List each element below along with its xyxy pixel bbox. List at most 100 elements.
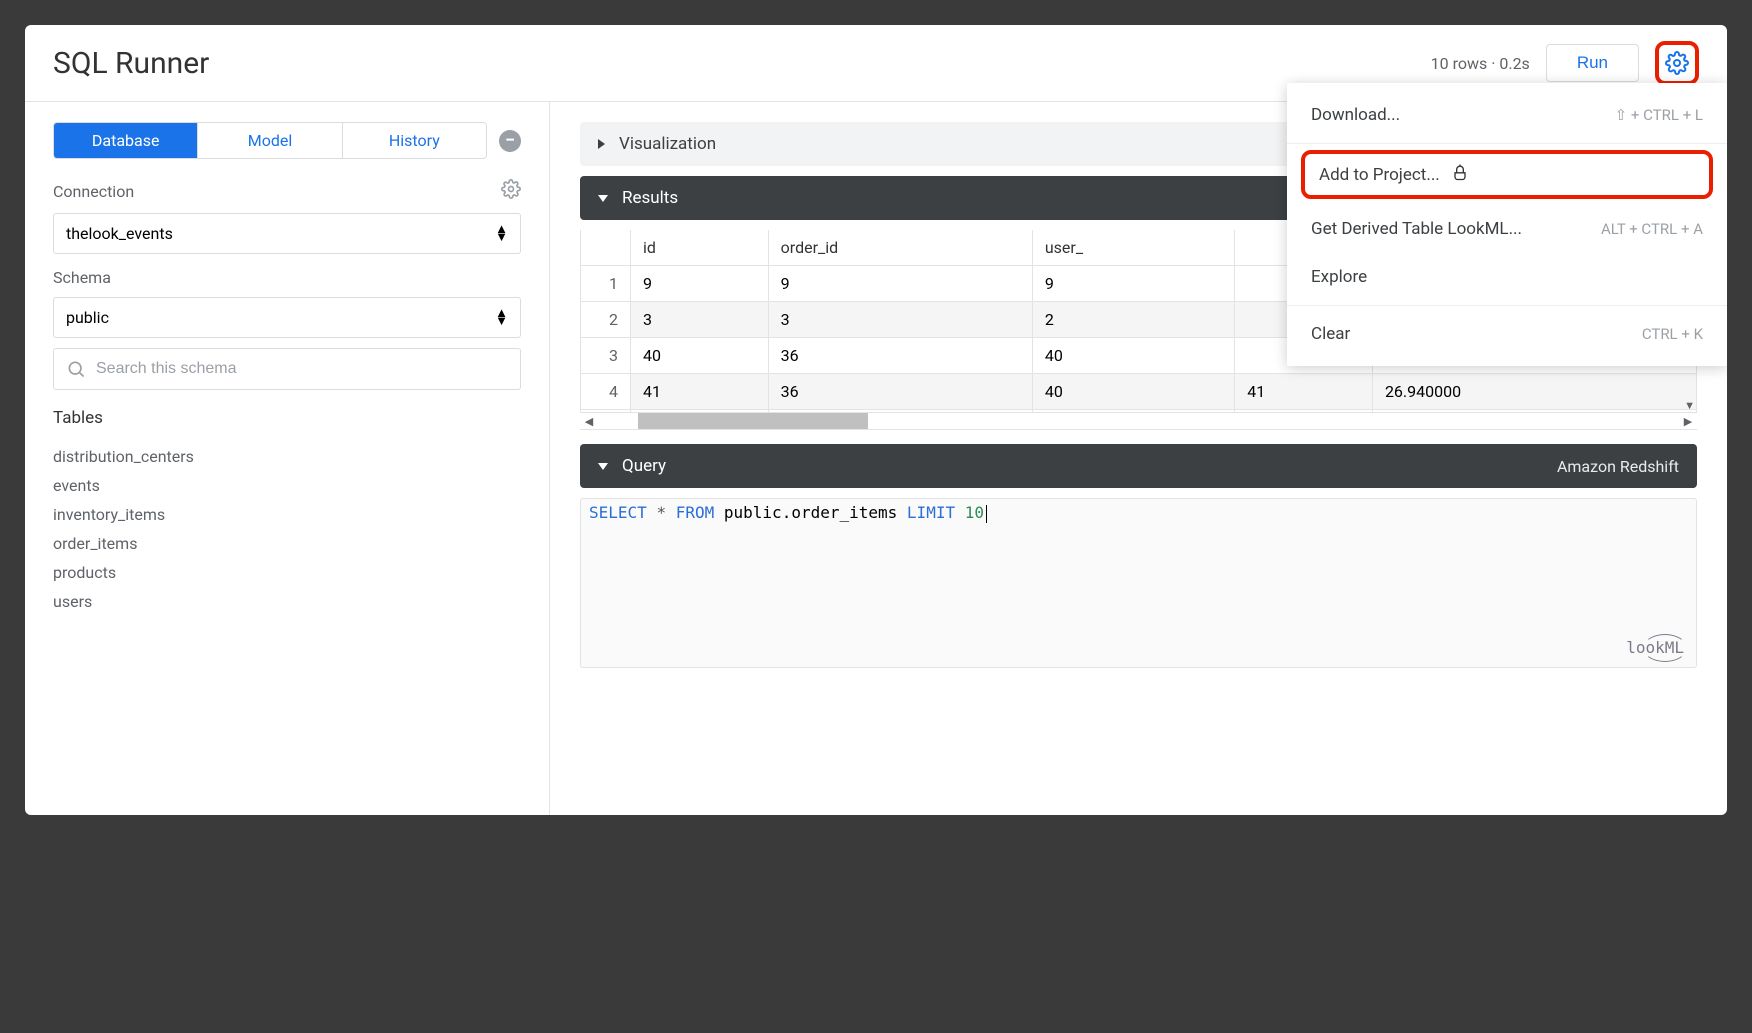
lookml-arc-icon xyxy=(1643,634,1687,662)
connection-value: thelook_events xyxy=(66,224,173,243)
menu-add-to-project-label: Add to Project... xyxy=(1319,165,1440,185)
rownum: 4 xyxy=(581,374,631,410)
tab-model[interactable]: Model xyxy=(198,123,342,158)
schema-select[interactable]: public ▲▼ xyxy=(53,297,521,338)
schema-label-row: Schema xyxy=(53,268,521,287)
scroll-left-icon[interactable]: ◀ xyxy=(580,415,598,428)
collapse-sidebar-button[interactable]: − xyxy=(499,130,521,152)
scroll-right-icon[interactable]: ▶ xyxy=(1679,415,1697,428)
scroll-track[interactable] xyxy=(598,413,1679,429)
sql-text: public.order_items xyxy=(724,503,897,522)
table-item[interactable]: products xyxy=(53,558,521,587)
pointer-cursor-icon xyxy=(1450,162,1470,187)
menu-explore-label: Explore xyxy=(1311,267,1367,287)
search-icon xyxy=(66,359,86,379)
connection-label-row: Connection xyxy=(53,179,521,203)
schema-search-box[interactable] xyxy=(53,348,521,390)
query-editor[interactable]: SELECT * FROM public.order_items LIMIT 1… xyxy=(580,498,1697,668)
lookml-badge: lookML xyxy=(1626,638,1684,657)
cell: 2 xyxy=(1032,302,1234,338)
gear-icon xyxy=(501,179,521,199)
cell: 41 xyxy=(631,374,769,410)
tables-heading: Tables xyxy=(53,408,521,428)
chevron-down-icon xyxy=(598,463,608,470)
menu-add-to-project[interactable]: Add to Project... xyxy=(1301,150,1713,199)
cell: 49 xyxy=(768,410,1032,413)
scroll-down-icon[interactable]: ▼ xyxy=(1684,399,1695,412)
visualization-label: Visualization xyxy=(619,134,716,154)
cell: 55 xyxy=(1235,410,1373,413)
horizontal-scrollbar[interactable]: ◀ ▶ xyxy=(580,412,1697,430)
sort-arrows-icon: ▲▼ xyxy=(495,310,508,326)
menu-derived-lookml-label: Get Derived Table LookML... xyxy=(1311,219,1522,239)
cell: 55 xyxy=(631,410,769,413)
sort-arrows-icon: ▲▼ xyxy=(495,226,508,242)
table-item[interactable]: users xyxy=(53,587,521,616)
run-button[interactable]: Run xyxy=(1546,44,1639,82)
menu-clear[interactable]: Clear CTRL + K xyxy=(1287,310,1727,358)
connection-select[interactable]: thelook_events ▲▼ xyxy=(53,213,521,254)
cell: 40 xyxy=(1032,338,1234,374)
menu-divider xyxy=(1287,305,1727,306)
tab-database[interactable]: Database xyxy=(54,123,198,158)
menu-clear-shortcut: CTRL + K xyxy=(1642,325,1703,343)
cell: 26.940000 xyxy=(1372,410,1696,413)
cell: 9 xyxy=(1032,266,1234,302)
sql-text: * xyxy=(656,503,666,522)
query-panel-header[interactable]: Query Amazon Redshift xyxy=(580,444,1697,488)
column-header[interactable]: id xyxy=(631,230,769,266)
table-row: 5 55 49 54 55 26.940000 xyxy=(581,410,1697,413)
cell: 36 xyxy=(768,338,1032,374)
connection-settings-button[interactable] xyxy=(501,179,521,203)
menu-download-label: Download... xyxy=(1311,105,1400,125)
minus-icon: − xyxy=(505,132,515,150)
schema-label: Schema xyxy=(53,268,111,287)
menu-derived-lookml-shortcut: ALT + CTRL + A xyxy=(1601,220,1703,238)
connection-label: Connection xyxy=(53,182,134,201)
chevron-right-icon xyxy=(598,139,605,149)
tables-list: distribution_centers events inventory_it… xyxy=(53,442,521,616)
table-item[interactable]: order_items xyxy=(53,529,521,558)
cell: 9 xyxy=(631,266,769,302)
menu-download-shortcut: ⇧ + CTRL + L xyxy=(1615,106,1703,124)
cell: 9 xyxy=(768,266,1032,302)
schema-search-input[interactable] xyxy=(96,360,508,378)
rownum: 5 xyxy=(581,410,631,413)
gear-icon xyxy=(1665,51,1689,75)
menu-explore[interactable]: Explore xyxy=(1287,253,1727,301)
query-status: 10 rows · 0.2s xyxy=(1431,54,1530,73)
rownum: 1 xyxy=(581,266,631,302)
cell: 3 xyxy=(631,302,769,338)
chevron-down-icon xyxy=(598,195,608,202)
query-label: Query xyxy=(622,456,666,476)
app-window: SQL Runner 10 rows · 0.2s Run Download..… xyxy=(25,25,1727,815)
sidebar: Database Model History − Connection xyxy=(25,102,550,815)
settings-dropdown: Download... ⇧ + CTRL + L Add to Project.… xyxy=(1287,83,1727,366)
engine-label: Amazon Redshift xyxy=(1557,457,1679,476)
sql-keyword: SELECT xyxy=(589,503,647,522)
table-row: 4 41 36 40 41 26.940000 xyxy=(581,374,1697,410)
schema-value: public xyxy=(66,308,109,327)
cell: 36 xyxy=(768,374,1032,410)
table-item[interactable]: events xyxy=(53,471,521,500)
topbar: SQL Runner 10 rows · 0.2s Run Download..… xyxy=(25,25,1727,102)
settings-gear-button[interactable] xyxy=(1655,41,1699,85)
menu-divider xyxy=(1287,143,1727,144)
column-header[interactable]: order_id xyxy=(768,230,1032,266)
sidebar-tab-row: Database Model History − xyxy=(53,122,521,159)
cell: 40 xyxy=(1032,374,1234,410)
sql-keyword: LIMIT xyxy=(907,503,955,522)
table-item[interactable]: distribution_centers xyxy=(53,442,521,471)
scroll-thumb[interactable] xyxy=(638,413,868,429)
menu-download[interactable]: Download... ⇧ + CTRL + L xyxy=(1287,91,1727,139)
rownum: 3 xyxy=(581,338,631,374)
cell: 54 xyxy=(1032,410,1234,413)
column-header[interactable]: user_ xyxy=(1032,230,1234,266)
table-item[interactable]: inventory_items xyxy=(53,500,521,529)
topbar-right: 10 rows · 0.2s Run Download... ⇧ + CTRL … xyxy=(1431,41,1699,85)
menu-derived-lookml[interactable]: Get Derived Table LookML... ALT + CTRL +… xyxy=(1287,205,1727,253)
rownum-header xyxy=(581,230,631,266)
sidebar-tab-group: Database Model History xyxy=(53,122,487,159)
tab-history[interactable]: History xyxy=(343,123,486,158)
cell: 40 xyxy=(631,338,769,374)
